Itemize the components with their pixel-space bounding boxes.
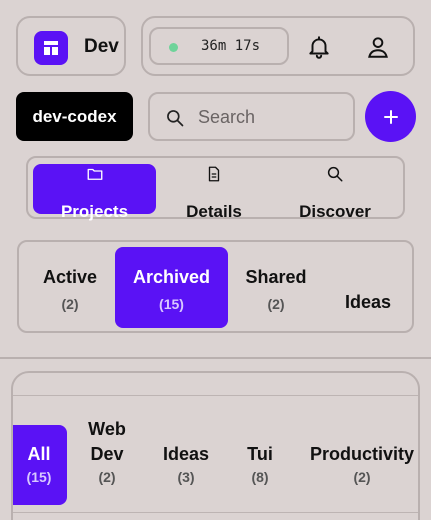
brand-name: Dev Codex (84, 36, 124, 57)
category-count: (2) (98, 469, 116, 485)
card-separator (13, 395, 418, 396)
category-label: Tui (247, 444, 273, 464)
view-tabs: Projects Details Discover (26, 156, 405, 221)
category-label: Web Dev (88, 419, 126, 464)
filter-label: Active (42, 267, 98, 287)
document-icon (208, 166, 220, 182)
folder-icon (87, 168, 103, 180)
tab-projects[interactable]: Projects (33, 158, 156, 221)
category-tui[interactable]: Tui (8) (238, 442, 282, 485)
tab-label: Details (186, 202, 242, 221)
filter-archived[interactable]: Archived (15) (115, 247, 228, 328)
category-count: (3) (177, 469, 195, 485)
card-separator (13, 512, 418, 513)
category-count: (8) (251, 469, 269, 485)
plus-icon (383, 109, 398, 124)
category-card: All (15) Web Dev (2) Ideas (3) Tui (8) P… (11, 371, 420, 520)
filter-count: (2) (267, 296, 285, 312)
filter-count: (2) (61, 296, 79, 312)
divider (0, 357, 431, 359)
filter-label: Shared (245, 267, 307, 287)
search-icon (167, 110, 184, 127)
tab-label: Projects (60, 202, 129, 221)
session-timer: 36m 17s (149, 27, 289, 65)
status-filter: Active (2) Archived (15) Shared (2) Idea… (17, 240, 414, 333)
category-all[interactable]: All (15) (13, 425, 67, 505)
brand-box[interactable]: Dev Codex (16, 16, 126, 76)
category-label: Productivity (309, 444, 415, 464)
filter-count: (15) (159, 296, 184, 312)
category-label: All (27, 444, 51, 464)
filter-shared[interactable]: Shared (2) (239, 247, 313, 328)
search-box[interactable] (148, 92, 355, 141)
category-ideas[interactable]: Ideas (3) (159, 442, 213, 485)
timer-text: 36m 17s (201, 38, 261, 54)
tab-label: Discover (299, 202, 371, 221)
category-label: Ideas (162, 444, 210, 464)
filter-label: Ideas (344, 292, 392, 312)
tab-details[interactable]: Details (168, 158, 260, 221)
bell-icon[interactable] (306, 34, 332, 60)
category-web-dev[interactable]: Web Dev (2) (79, 417, 135, 485)
layout-icon (34, 31, 68, 65)
filter-ideas[interactable]: Ideas (337, 247, 399, 328)
filter-label: Archived (132, 267, 211, 287)
search-icon (327, 166, 343, 182)
workspace-button[interactable]: dev-codex (16, 92, 133, 141)
category-count: (15) (26, 469, 52, 485)
header-actions: 36m 17s (141, 16, 415, 76)
user-icon[interactable] (365, 34, 391, 60)
search-input[interactable] (198, 104, 348, 130)
category-productivity[interactable]: Productivity (2) (306, 442, 418, 485)
category-count: (2) (353, 469, 371, 485)
status-dot (169, 43, 178, 52)
workspace-label: dev-codex (32, 106, 117, 126)
add-button[interactable] (365, 91, 416, 142)
filter-active[interactable]: Active (2) (33, 247, 107, 328)
tab-discover[interactable]: Discover (283, 158, 387, 221)
